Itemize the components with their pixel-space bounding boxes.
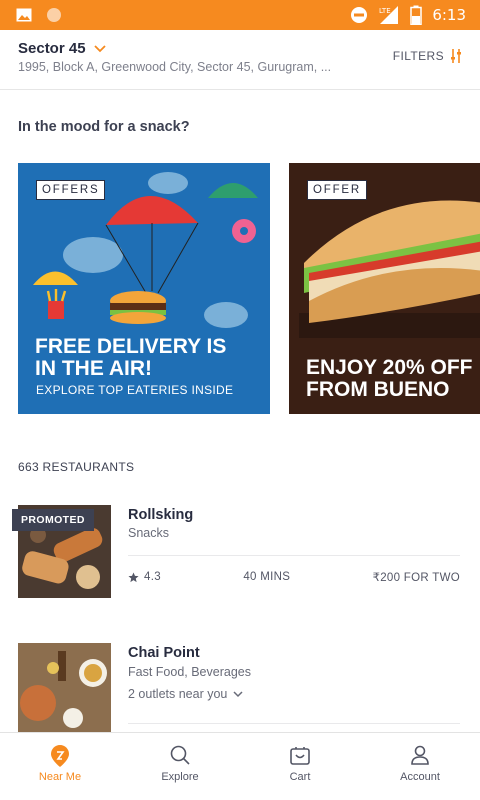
offer-subtitle: EXPLORE TOP EATERIES INSIDE	[36, 383, 234, 397]
status-bar: LTE 6:13	[0, 0, 480, 30]
nav-explore[interactable]: Explore	[120, 733, 240, 800]
star-icon	[128, 571, 139, 582]
divider	[128, 723, 460, 724]
promoted-badge: PROMOTED	[12, 509, 94, 531]
divider	[128, 555, 460, 556]
delivery-time: 40 MINS	[243, 571, 291, 583]
filters-button[interactable]: FILTERS	[393, 49, 462, 63]
offer-tag: OFFERS	[36, 180, 106, 200]
restaurant-item[interactable]: PROMOTED Rollsking Snacks 4.3 40 MINS ₹2…	[0, 505, 480, 600]
account-icon	[411, 745, 429, 765]
nav-cart[interactable]: Cart	[240, 733, 360, 800]
restaurant-meta: 4.3 40 MINS ₹200 FOR TWO	[128, 570, 460, 584]
location-pin-icon	[51, 745, 69, 767]
cart-icon	[290, 747, 310, 765]
offer-tag: OFFER	[307, 180, 367, 200]
location-address[interactable]: 1995, Block A, Greenwood City, Sector 45…	[18, 60, 331, 74]
chevron-down-icon	[233, 690, 243, 697]
snack-heading: In the mood for a snack?	[18, 119, 190, 135]
offer-card-free-delivery[interactable]: OFFERS FREE DELIVERY IS IN THE AIR! EXPL…	[18, 163, 270, 414]
restaurant-cuisine: Fast Food, Beverages	[128, 665, 251, 679]
offers-carousel[interactable]: OFFERS FREE DELIVERY IS IN THE AIR! EXPL…	[18, 163, 480, 414]
nav-account[interactable]: Account	[360, 733, 480, 800]
cost-for-two: ₹200 FOR TWO	[372, 572, 460, 584]
location-name: Sector 45	[18, 40, 86, 57]
chevron-down-icon	[93, 44, 106, 52]
restaurant-cuisine: Snacks	[128, 526, 169, 540]
restaurant-count: 663 RESTAURANTS	[18, 460, 135, 474]
restaurant-name: Rollsking	[128, 507, 194, 523]
outlets-dropdown[interactable]: 2 outlets near you	[128, 687, 243, 701]
location-selector[interactable]: Sector 45	[18, 40, 106, 57]
app-notification-icon	[47, 8, 61, 22]
nav-near-me[interactable]: Near Me	[0, 733, 120, 800]
restaurant-item[interactable]: Chai Point Fast Food, Beverages 2 outlet…	[0, 643, 480, 733]
image-icon	[16, 8, 32, 22]
svg-text:LTE: LTE	[379, 7, 391, 15]
restaurant-image	[18, 643, 111, 733]
offer-title: ENJOY 20% OFF FROM BUENO	[306, 356, 473, 401]
rating: 4.3	[128, 570, 161, 584]
offer-card-bueno[interactable]: OFFER ENJOY 20% OFF FROM BUENO	[289, 163, 480, 414]
do-not-disturb-icon	[351, 7, 368, 23]
signal-lte-icon: LTE	[379, 6, 399, 24]
search-icon	[170, 745, 190, 765]
clock: 6:13	[432, 6, 466, 24]
offer-title: FREE DELIVERY IS IN THE AIR!	[35, 335, 227, 380]
battery-icon	[410, 5, 423, 25]
bottom-navigation: Near Me Explore Cart Account	[0, 732, 480, 800]
location-header: Sector 45 1995, Block A, Greenwood City,…	[0, 30, 480, 90]
filters-label: FILTERS	[392, 49, 444, 63]
restaurant-name: Chai Point	[128, 645, 200, 661]
filters-icon	[451, 49, 461, 63]
